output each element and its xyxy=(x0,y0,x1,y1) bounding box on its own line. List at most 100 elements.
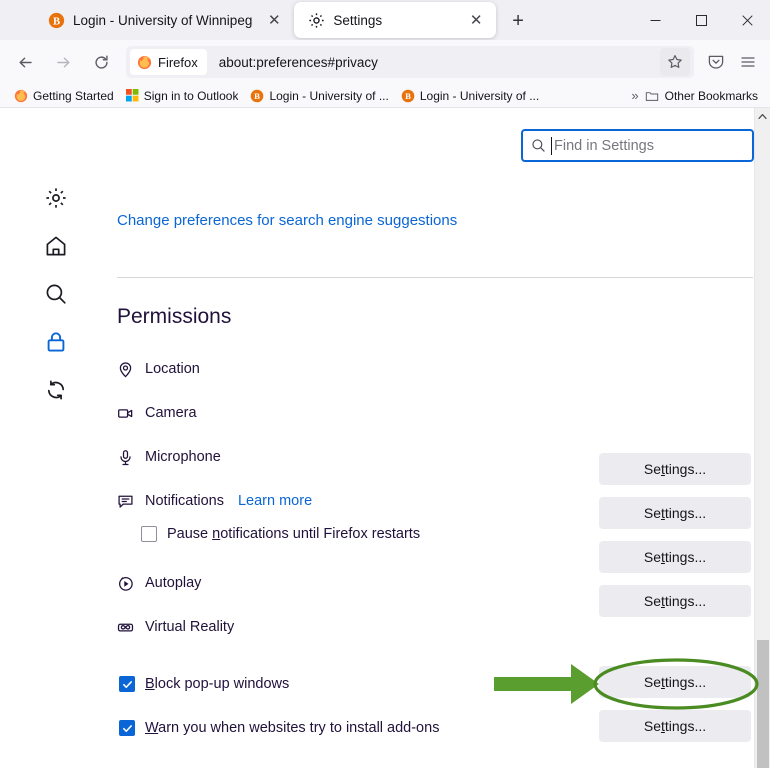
tab-settings[interactable]: Settings ✕ xyxy=(294,2,497,38)
sidebar-item-home[interactable] xyxy=(40,233,72,259)
bookmark-label: Sign in to Outlook xyxy=(143,88,239,103)
autoplay-settings-button[interactable]: Settings... xyxy=(599,666,751,698)
gear-icon xyxy=(46,188,66,208)
sync-icon xyxy=(47,380,65,400)
location-pin-icon xyxy=(117,361,145,378)
new-tab-button[interactable]: + xyxy=(502,5,534,37)
permission-label: Autoplay xyxy=(145,575,202,591)
permission-row-autoplay: Autoplay xyxy=(117,572,753,594)
page-title: Permissions xyxy=(117,305,232,328)
sidebar-item-privacy-security[interactable] xyxy=(40,329,72,355)
microphone-settings-button[interactable]: Settings... xyxy=(599,541,751,573)
uwinnipeg-b-icon: B xyxy=(401,89,415,102)
window-controls xyxy=(632,0,770,40)
permission-label: Virtual Reality xyxy=(145,619,235,635)
uwinnipeg-b-icon: B xyxy=(48,12,65,28)
minimize-button[interactable] xyxy=(632,0,678,40)
button-label: Settings... xyxy=(643,674,707,690)
search-icon xyxy=(532,139,545,152)
bookmark-sign-in-to-outlook[interactable]: Sign in to Outlook xyxy=(120,87,245,105)
forward-button[interactable] xyxy=(46,45,80,79)
checkmark-icon xyxy=(122,680,132,688)
permission-label: Microphone xyxy=(145,449,221,465)
bookmark-label: Login - University of ... xyxy=(269,88,389,103)
brand-chip: Firefox xyxy=(130,49,207,75)
bookmark-label: Login - University of ... xyxy=(419,88,540,103)
firefox-icon xyxy=(137,55,152,69)
search-icon xyxy=(46,284,66,304)
checkmark-icon xyxy=(122,724,132,732)
button-label: Settings... xyxy=(643,549,707,565)
hamburger-icon[interactable] xyxy=(732,46,764,78)
svg-text:B: B xyxy=(405,91,411,101)
warn-addons-label: Warn you when websites try to install ad… xyxy=(145,720,440,736)
virtual-reality-settings-button[interactable]: Settings... xyxy=(599,710,751,742)
lock-icon xyxy=(47,332,65,352)
microphone-icon xyxy=(117,449,145,466)
permission-row-notifications: Notifications Learn more xyxy=(117,490,753,512)
search-suggestions-link[interactable]: Change preferences for search engine sug… xyxy=(117,212,457,229)
vr-headset-icon xyxy=(117,619,145,636)
pause-notifications-row[interactable]: Pause notifications until Firefox restar… xyxy=(141,526,420,542)
bookmark-login-university-1[interactable]: B Login - University of ... xyxy=(244,87,394,105)
permission-row-microphone: Microphone xyxy=(117,446,753,468)
reload-button[interactable] xyxy=(84,45,118,79)
bookmarks-overflow-icon[interactable]: » xyxy=(623,88,644,103)
autoplay-icon xyxy=(117,575,145,592)
tab-strip: B Login - University of Winnipeg ✕ Setti… xyxy=(0,0,770,40)
svg-text:B: B xyxy=(255,91,261,101)
sidebar-item-search[interactable] xyxy=(40,281,72,307)
button-label: Settings... xyxy=(643,593,707,609)
close-button[interactable] xyxy=(724,0,770,40)
folder-icon xyxy=(645,91,658,101)
notification-icon xyxy=(117,493,145,510)
svg-text:B: B xyxy=(53,16,60,27)
settings-content: Find in Settings Change preferences for … xyxy=(0,108,770,768)
url-bar[interactable]: Firefox about:preferences#privacy xyxy=(126,46,694,78)
back-button[interactable] xyxy=(8,45,42,79)
block-popups-row[interactable]: Block pop-up windows xyxy=(119,676,289,692)
permission-row-virtual-reality: Virtual Reality xyxy=(117,616,753,638)
tab-login-university-of-winnipeg[interactable]: B Login - University of Winnipeg ✕ xyxy=(34,2,294,38)
permission-label: Camera xyxy=(145,405,197,421)
pause-notifications-label: Pause notifications until Firefox restar… xyxy=(167,526,421,542)
block-popups-checkbox[interactable] xyxy=(119,676,135,692)
tab-title: Settings xyxy=(333,12,383,28)
pocket-icon[interactable] xyxy=(700,46,732,78)
notifications-learn-more-link[interactable]: Learn more xyxy=(238,493,312,509)
other-bookmarks-label: Other Bookmarks xyxy=(664,88,758,103)
sidebar-item-sync[interactable] xyxy=(40,377,72,403)
scroll-up-arrow-icon[interactable] xyxy=(755,108,770,124)
bookmarks-bar: Getting Started Sign in to Outlook B Log… xyxy=(0,84,770,108)
settings-category-rail xyxy=(40,185,72,403)
brand-label: Firefox xyxy=(158,54,198,70)
star-icon[interactable] xyxy=(660,48,690,76)
bookmark-login-university-2[interactable]: B Login - University of ... xyxy=(395,87,545,105)
block-popups-label: Block pop-up windows xyxy=(145,676,290,692)
permission-label: Location xyxy=(145,361,200,377)
microsoft-icon xyxy=(125,89,139,102)
warn-addons-row[interactable]: Warn you when websites try to install ad… xyxy=(119,720,439,736)
sidebar-item-general[interactable] xyxy=(40,185,72,211)
vertical-scrollbar[interactable] xyxy=(754,108,770,768)
camera-icon xyxy=(117,405,145,422)
section-divider xyxy=(117,277,753,278)
search-input[interactable]: Find in Settings xyxy=(521,129,754,162)
firefox-icon xyxy=(14,89,28,102)
permission-label: Notifications xyxy=(145,493,224,509)
close-icon[interactable]: ✕ xyxy=(466,10,486,30)
bookmark-getting-started[interactable]: Getting Started xyxy=(8,87,120,105)
uwinnipeg-b-icon: B xyxy=(251,89,264,102)
navigation-toolbar: Firefox about:preferences#privacy xyxy=(0,40,770,84)
url-text[interactable]: about:preferences#privacy xyxy=(207,55,660,70)
permission-row-location: Location xyxy=(117,358,753,380)
close-icon[interactable]: ✕ xyxy=(264,10,284,30)
pause-notifications-checkbox[interactable] xyxy=(141,526,157,542)
maximize-button[interactable] xyxy=(678,0,724,40)
gear-icon xyxy=(309,12,324,28)
search-placeholder: Find in Settings xyxy=(551,136,654,155)
warn-addons-checkbox[interactable] xyxy=(119,720,135,736)
other-bookmarks-folder[interactable]: Other Bookmarks xyxy=(645,89,762,103)
bookmark-label: Getting Started xyxy=(33,88,114,103)
scrollbar-thumb[interactable] xyxy=(757,640,769,768)
